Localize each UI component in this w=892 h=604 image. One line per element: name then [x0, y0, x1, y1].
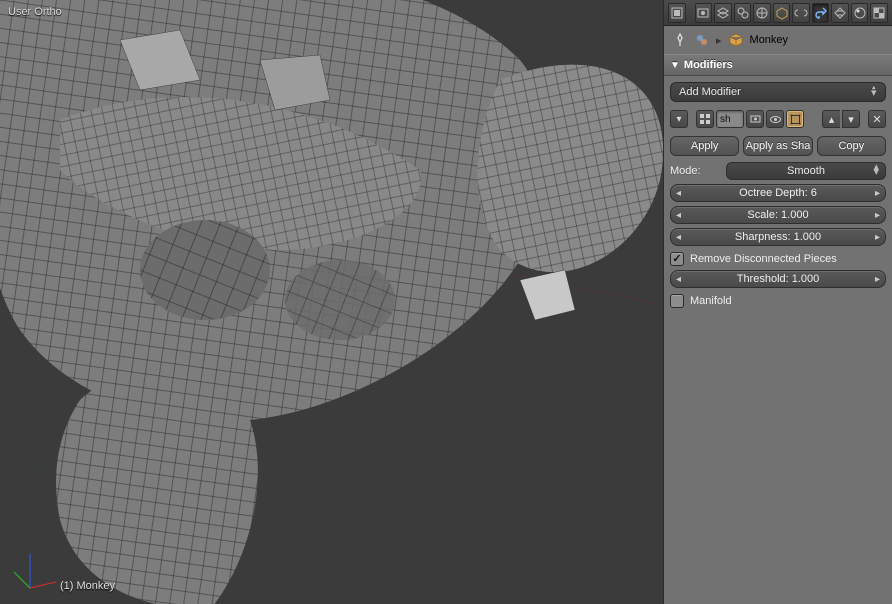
tab-data-icon[interactable]	[831, 3, 849, 23]
pin-icon[interactable]	[672, 32, 688, 48]
chevron-left-icon: ◂	[676, 210, 681, 221]
breadcrumb-object-name[interactable]: Monkey	[750, 34, 789, 46]
apply-as-shape-button[interactable]: Apply as Sha	[743, 136, 812, 156]
tab-material-icon[interactable]	[851, 3, 869, 23]
tab-layers-icon[interactable]	[714, 3, 732, 23]
remove-disconnected-checkbox[interactable]	[670, 252, 684, 266]
properties-panel: ▸ Monkey ▼ Modifiers Add Modifier ▴▾ ▾ s…	[663, 0, 892, 604]
manifold-label: Manifold	[690, 295, 732, 307]
breadcrumb: ▸ Monkey	[664, 26, 892, 54]
add-modifier-dropdown[interactable]: Add Modifier ▴▾	[670, 82, 886, 102]
delete-modifier-button[interactable]: ✕	[868, 110, 886, 128]
chevron-left-icon: ◂	[676, 232, 681, 243]
tab-world-icon[interactable]	[753, 3, 771, 23]
sharpness-slider[interactable]: ◂ Sharpness: 1.000 ▸	[670, 228, 886, 246]
chevron-left-icon: ◂	[676, 274, 681, 285]
viewport-projection-label: User Ortho	[8, 6, 62, 18]
axis-gizmo	[12, 548, 60, 596]
move-down-button[interactable]: ▾	[842, 110, 860, 128]
tab-modifiers-icon[interactable]	[812, 3, 830, 23]
scale-label: Scale: 1.000	[747, 209, 808, 221]
expand-toggle-icon[interactable]: ▾	[670, 110, 688, 128]
mode-select[interactable]: Smooth ▴▾	[726, 162, 886, 180]
tab-render-icon[interactable]	[695, 3, 713, 23]
apply-button[interactable]: Apply	[670, 136, 739, 156]
active-object-label: (1) Monkey	[60, 580, 115, 592]
remove-disconnected-row[interactable]: Remove Disconnected Pieces	[670, 252, 886, 266]
mesh-cube-icon	[728, 32, 744, 48]
panel-empty-space	[664, 314, 892, 604]
modifier-header: ▾ sh ▴ ▾ ✕	[670, 108, 886, 130]
modifier-name-field[interactable]: sh	[716, 110, 744, 128]
viewport-3d[interactable]: User Ortho (1) Monkey	[0, 0, 663, 604]
mesh-wireframe	[0, 0, 663, 604]
breadcrumb-sep: ▸	[716, 34, 722, 47]
mode-row: Mode: Smooth ▴▾	[670, 162, 886, 180]
chevron-right-icon: ▸	[875, 210, 880, 221]
add-modifier-label: Add Modifier	[679, 86, 741, 98]
scale-slider[interactable]: ◂ Scale: 1.000 ▸	[670, 206, 886, 224]
octree-depth-label: Octree Depth: 6	[739, 187, 817, 199]
modifiers-section-header[interactable]: ▼ Modifiers	[664, 54, 892, 76]
mode-value: Smooth	[787, 165, 825, 177]
scope-toggle-icon[interactable]	[668, 3, 686, 23]
chevron-right-icon: ▸	[875, 232, 880, 243]
display-render-icon[interactable]	[746, 110, 764, 128]
chevron-right-icon: ▸	[875, 188, 880, 199]
tab-constraints-icon[interactable]	[792, 3, 810, 23]
threshold-label: Threshold: 1.000	[737, 273, 820, 285]
display-viewport-icon[interactable]	[766, 110, 784, 128]
modifier-remesh-card: ▾ sh ▴ ▾ ✕ Apply Apply as Sha Copy Mode:	[670, 108, 886, 308]
properties-tab-header	[664, 0, 892, 26]
object-data-icon[interactable]	[694, 32, 710, 48]
modifiers-panel-body: Add Modifier ▴▾ ▾ sh ▴ ▾ ✕ Apply Apply a…	[664, 76, 892, 314]
tab-texture-icon[interactable]	[870, 3, 888, 23]
modifiers-title: Modifiers	[684, 59, 733, 71]
threshold-slider[interactable]: ◂ Threshold: 1.000 ▸	[670, 270, 886, 288]
modifier-action-row: Apply Apply as Sha Copy	[670, 136, 886, 156]
disclosure-triangle-icon: ▼	[670, 60, 680, 71]
move-up-button[interactable]: ▴	[822, 110, 840, 128]
octree-depth-slider[interactable]: ◂ Octree Depth: 6 ▸	[670, 184, 886, 202]
manifold-row[interactable]: Manifold	[670, 294, 886, 308]
chevron-left-icon: ◂	[676, 188, 681, 199]
manifold-checkbox[interactable]	[670, 294, 684, 308]
tab-object-icon[interactable]	[773, 3, 791, 23]
sharpness-label: Sharpness: 1.000	[735, 231, 821, 243]
copy-button[interactable]: Copy	[817, 136, 886, 156]
mode-label: Mode:	[670, 165, 720, 177]
tab-scene-icon[interactable]	[734, 3, 752, 23]
display-editmode-icon[interactable]	[786, 110, 804, 128]
chevron-right-icon: ▸	[875, 274, 880, 285]
modifier-type-icon	[696, 110, 714, 128]
remove-disconnected-label: Remove Disconnected Pieces	[690, 253, 837, 265]
